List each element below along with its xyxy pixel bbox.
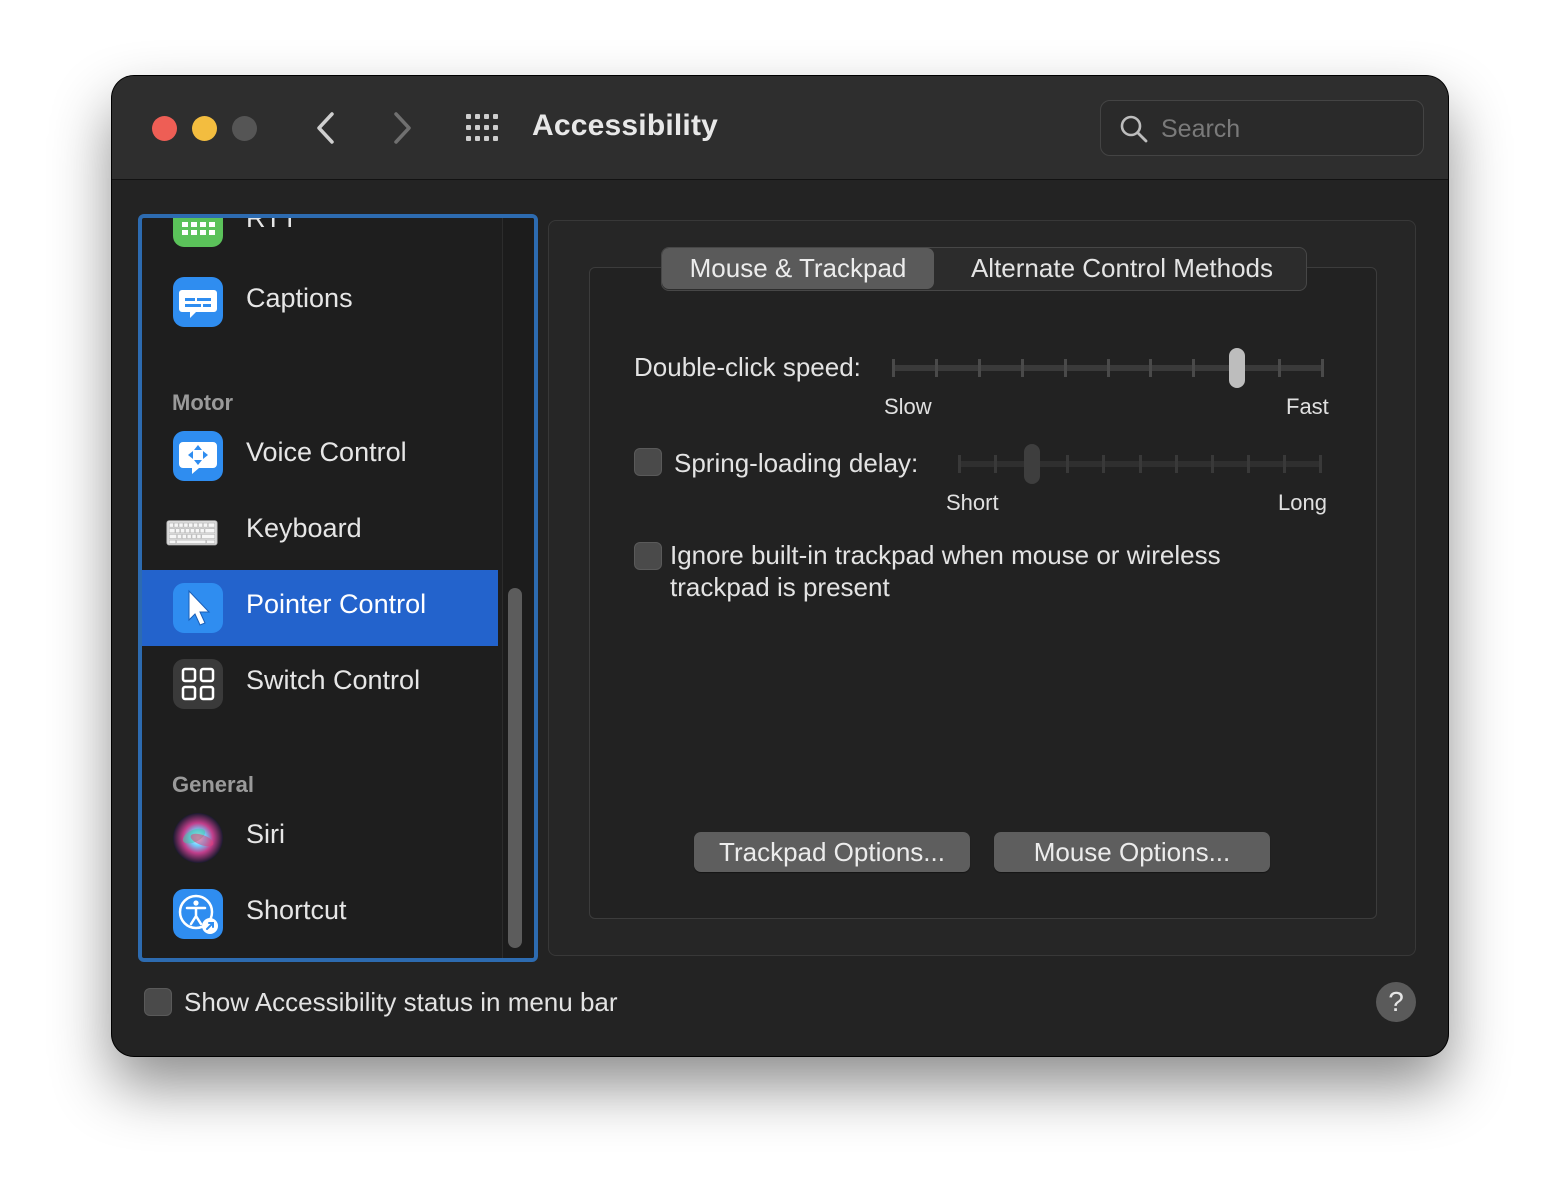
slider-thumb[interactable]: [1229, 348, 1245, 388]
trackpad-options-button[interactable]: Trackpad Options...: [694, 832, 970, 872]
chevron-right-icon: [394, 112, 411, 144]
search-input[interactable]: [1161, 111, 1411, 147]
slider-tick: [1283, 455, 1286, 473]
slider-tick: [935, 359, 938, 377]
slider-tick: [1139, 455, 1142, 473]
slider-tick: [1192, 359, 1195, 377]
zoom-button[interactable]: [232, 116, 257, 141]
slider-tick: [1102, 455, 1105, 473]
slider-max-label: Fast: [1286, 394, 1329, 419]
pointer-control-icon: [172, 582, 224, 634]
slider-tick: [1149, 359, 1152, 377]
slider-tick: [978, 359, 981, 377]
slider-thumb[interactable]: [1024, 444, 1040, 484]
slider-tick: [1107, 359, 1110, 377]
sidebar-item-label: Keyboard: [246, 513, 362, 543]
sidebar-item-voice-control[interactable]: Voice Control: [142, 418, 498, 494]
slider-tick: [994, 455, 997, 473]
mouse-options-button[interactable]: Mouse Options...: [994, 832, 1270, 872]
forward-button[interactable]: [384, 108, 420, 148]
slider-tick: [1064, 359, 1067, 377]
sidebar-item-pointer-control[interactable]: Pointer Control: [142, 570, 498, 646]
double-click-speed-slider[interactable]: [892, 348, 1324, 388]
slider-tick: [1319, 455, 1322, 473]
close-button[interactable]: [152, 116, 177, 141]
spring-loading-slider[interactable]: [958, 444, 1322, 484]
titlebar: Accessibility: [112, 76, 1448, 180]
voice-control-icon: [172, 430, 224, 482]
show-status-checkbox[interactable]: [144, 988, 172, 1016]
settings-panel: Double-click speed: Slow Fast Spring-loa…: [548, 220, 1416, 956]
ignore-trackpad-label: Ignore built-in trackpad when mouse or w…: [670, 540, 1221, 570]
section-header-general: General: [172, 772, 254, 797]
sidebar-item-label: Captions: [246, 283, 353, 313]
tab-bar: Mouse & Trackpad Alternate Control Metho…: [661, 247, 1307, 291]
sidebar-item-label: Switch Control: [246, 665, 421, 695]
sidebar-item-label: Siri: [246, 819, 285, 849]
sidebar-item-label: RTT: [246, 214, 298, 233]
double-click-speed-label: Double-click speed:: [634, 352, 861, 382]
slider-max-label: Long: [1278, 490, 1327, 515]
sidebar-item-label: Voice Control: [246, 437, 407, 467]
spring-loading-label: Spring-loading delay:: [674, 448, 919, 478]
window-title: Accessibility: [532, 109, 719, 142]
tab-alternate-control-methods[interactable]: Alternate Control Methods: [938, 248, 1306, 289]
slider-tick: [1211, 455, 1214, 473]
sidebar-item-shortcut[interactable]: Shortcut: [142, 876, 498, 952]
chevron-left-icon: [317, 112, 334, 144]
slider-tick: [958, 455, 961, 473]
siri-icon: [172, 812, 224, 864]
slider-tick: [1247, 455, 1250, 473]
minimize-button[interactable]: [192, 116, 217, 141]
slider-min-label: Short: [946, 490, 999, 515]
captions-icon: [172, 276, 224, 328]
slider-tick: [1021, 359, 1024, 377]
search-icon: [1120, 115, 1148, 143]
slider-tick: [1321, 359, 1324, 377]
sidebar-scrollbar-thumb[interactable]: [508, 588, 522, 948]
show-status-label: Show Accessibility status in menu bar: [184, 987, 618, 1017]
slider-tick: [892, 359, 895, 377]
section-header-motor: Motor: [172, 390, 234, 415]
rtt-icon: [172, 218, 224, 248]
grid-icon: [466, 114, 498, 141]
tab-mouse-trackpad[interactable]: Mouse & Trackpad: [662, 248, 934, 289]
sidebar[interactable]: RTT Captions Motor Voice Control Keyboar…: [138, 214, 538, 962]
sidebar-item-keyboard[interactable]: Keyboard: [142, 494, 498, 570]
slider-tick: [1175, 455, 1178, 473]
spring-loading-checkbox[interactable]: [634, 448, 662, 476]
ignore-trackpad-label-2: trackpad is present: [670, 572, 890, 602]
show-all-button[interactable]: [464, 112, 504, 144]
sidebar-item-siri[interactable]: Siri: [142, 800, 498, 876]
slider-min-label: Slow: [884, 394, 932, 419]
sidebar-item-switch-control[interactable]: Switch Control: [142, 646, 498, 722]
preferences-window: Accessibility Search RTT Captions Motor …: [112, 76, 1448, 1056]
help-button[interactable]: ?: [1376, 982, 1416, 1022]
sidebar-item-label: Pointer Control: [246, 589, 427, 619]
shortcut-icon: [172, 888, 224, 940]
sidebar-item-rtt[interactable]: RTT: [142, 214, 498, 260]
slider-tick: [1278, 359, 1281, 377]
ignore-trackpad-checkbox[interactable]: [634, 542, 662, 570]
sidebar-item-label: Shortcut: [246, 895, 347, 925]
slider-tick: [1066, 455, 1069, 473]
back-button[interactable]: [308, 108, 344, 148]
sidebar-item-captions[interactable]: Captions: [142, 264, 498, 340]
tab-content: Double-click speed: Slow Fast Spring-loa…: [589, 267, 1377, 919]
keyboard-icon: [166, 506, 230, 558]
search-field[interactable]: [1100, 100, 1424, 156]
sidebar-list: RTT Captions Motor Voice Control Keyboar…: [142, 218, 498, 958]
switch-control-icon: [172, 658, 224, 710]
